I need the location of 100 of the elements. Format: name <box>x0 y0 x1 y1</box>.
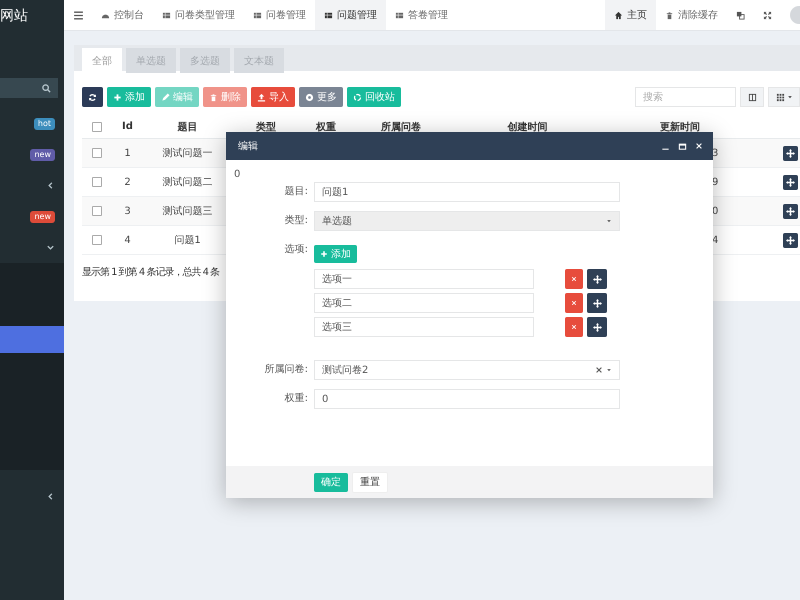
columns-icon <box>748 92 756 102</box>
plus-icon <box>113 92 122 102</box>
close-icon[interactable] <box>695 142 703 150</box>
home-icon <box>614 10 623 20</box>
close-icon <box>571 276 577 282</box>
column-header: 更新时间 <box>660 122 700 132</box>
brand-title: 网站 <box>0 7 28 26</box>
table-cell: 1 <box>124 148 131 158</box>
nav-tab[interactable]: 答卷管理 <box>386 0 457 30</box>
import-button[interactable]: 导入 <box>251 87 295 107</box>
reset-button[interactable]: 重置 <box>352 472 388 492</box>
field-label: 类型: <box>284 214 308 228</box>
column-header: Id <box>122 121 133 132</box>
checkbox[interactable] <box>92 177 102 187</box>
column-header: 类型 <box>256 122 276 132</box>
table-cell: 测试问题二 <box>162 177 212 188</box>
drag-option-button[interactable] <box>587 317 607 337</box>
clear-icon <box>595 366 603 374</box>
move-icon <box>786 206 795 216</box>
columns-button[interactable] <box>740 87 764 107</box>
column-header: 所属问卷 <box>381 122 421 132</box>
input-field[interactable]: 问题1 <box>314 182 620 202</box>
fullscreen-icon[interactable] <box>763 10 772 20</box>
badge: new <box>30 148 55 160</box>
checkbox[interactable] <box>92 206 102 216</box>
column-header: 权重 <box>316 122 336 132</box>
chevron-down-icon[interactable] <box>46 243 55 252</box>
field-label: 选项: <box>284 242 308 257</box>
nav-tab[interactable]: 问卷管理 <box>244 0 315 30</box>
table-cell: 3 <box>712 148 718 158</box>
move-icon <box>786 178 795 186</box>
table-icon <box>162 10 171 20</box>
grid-button[interactable] <box>768 87 800 107</box>
checkbox[interactable] <box>92 148 102 158</box>
pencil-icon <box>161 92 170 102</box>
move-icon <box>592 322 602 332</box>
move-icon <box>786 148 795 158</box>
menu-icon[interactable] <box>72 10 84 20</box>
badge: hot <box>34 118 55 130</box>
table-cell: 2 <box>124 176 131 188</box>
trash-icon <box>209 92 218 102</box>
pagination-info: 显示第 1 到第 4 条记录，总共 4 条 <box>82 266 220 279</box>
plus-icon <box>320 250 328 258</box>
checkbox[interactable] <box>92 235 102 245</box>
caret-icon <box>606 218 612 224</box>
drag-option-button[interactable] <box>587 269 607 289</box>
table-cell: 4 <box>124 234 131 246</box>
close-icon <box>571 324 577 330</box>
option-field[interactable]: 选项二 <box>314 293 534 313</box>
search-field[interactable] <box>0 78 58 98</box>
column-header: 创建时间 <box>508 122 548 132</box>
select-field[interactable]: 测试问卷2 <box>314 360 620 380</box>
nav-tab[interactable]: 问题管理 <box>315 0 386 30</box>
table-cell: 9 <box>712 176 718 188</box>
caret-icon <box>786 94 792 100</box>
action-button[interactable] <box>783 174 798 190</box>
dialog-title: 编辑 <box>238 140 258 153</box>
close-icon <box>571 300 577 306</box>
field-label: 题目: <box>284 185 308 199</box>
table-cell: 3 <box>124 206 131 216</box>
grid-icon <box>776 92 784 102</box>
note-text: 0 <box>234 168 242 182</box>
refresh-icon <box>88 92 97 102</box>
home-link[interactable]: 主页 <box>605 0 656 30</box>
move-icon <box>786 236 795 244</box>
more-button[interactable]: 更多 <box>299 87 343 107</box>
search-icon <box>42 84 51 92</box>
move-icon <box>592 274 602 284</box>
table-icon <box>324 10 333 20</box>
upload-icon <box>257 92 266 102</box>
table-icon <box>253 10 262 20</box>
table-cell: 4 <box>712 234 718 246</box>
refresh-button[interactable] <box>82 87 103 107</box>
table-cell: 测试问题三 <box>162 206 212 217</box>
field-label: 所属问卷: <box>264 362 308 377</box>
dot-circle-icon <box>305 92 314 102</box>
action-button[interactable] <box>783 146 798 160</box>
caret-icon <box>606 367 612 373</box>
input-field[interactable]: 0 <box>314 389 620 409</box>
chevron-left-icon[interactable] <box>46 492 55 501</box>
clear-cache-button[interactable]: 清除缓存 <box>656 0 727 30</box>
table-cell: 问题1 <box>174 235 201 246</box>
move-icon <box>592 298 602 308</box>
action-button[interactable] <box>783 232 798 248</box>
chevron-left-icon[interactable] <box>46 181 55 190</box>
translate-icon[interactable] <box>736 10 745 20</box>
table-icon <box>395 10 404 20</box>
nav-tab[interactable]: 控制台 <box>92 0 153 30</box>
nav-tab[interactable]: 问卷类型管理 <box>153 0 244 30</box>
action-button[interactable] <box>783 204 798 218</box>
option-field[interactable]: 选项三 <box>314 317 534 337</box>
drag-option-button[interactable] <box>587 293 607 313</box>
option-field[interactable]: 选项一 <box>314 269 534 289</box>
recycle-icon <box>353 92 362 102</box>
column-header: 题目 <box>178 122 198 132</box>
checkbox[interactable] <box>92 122 102 132</box>
maximize-icon[interactable] <box>678 142 687 150</box>
field-label: 权重: <box>284 392 308 406</box>
trash-icon <box>665 10 674 20</box>
table-cell: 测试问题一 <box>162 148 212 159</box>
